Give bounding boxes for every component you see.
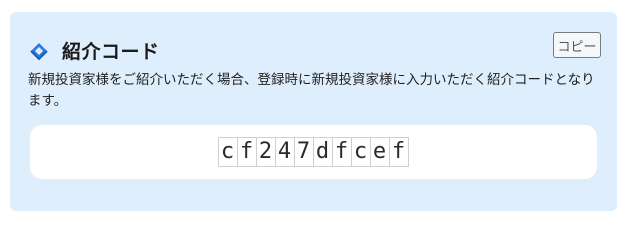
referral-code: cf247dfcef — [217, 137, 409, 167]
code-character: 2 — [255, 137, 276, 167]
code-character: f — [236, 137, 257, 167]
code-character: e — [369, 137, 390, 167]
card-description: 新規投資家様をご紹介いただく場合、登録時に新規投資家様に入力いただく紹介コードと… — [28, 72, 595, 109]
copy-button[interactable]: コピー — [553, 32, 601, 58]
card-header: 紹介コード — [28, 37, 160, 64]
code-display: cf247dfcef — [30, 125, 597, 179]
referral-code-card: 紹介コード コピー 新規投資家様をご紹介いただく場合、登録時に新規投資家様に入力… — [10, 12, 617, 211]
code-character: f — [331, 137, 352, 167]
layered-diamond-icon — [28, 40, 50, 62]
code-character: c — [350, 137, 371, 167]
code-character: 7 — [293, 137, 314, 167]
card-title: 紹介コード — [62, 41, 160, 63]
code-character: f — [388, 137, 409, 167]
code-character: d — [312, 137, 333, 167]
code-character: c — [217, 137, 238, 167]
code-character: 4 — [274, 137, 295, 167]
